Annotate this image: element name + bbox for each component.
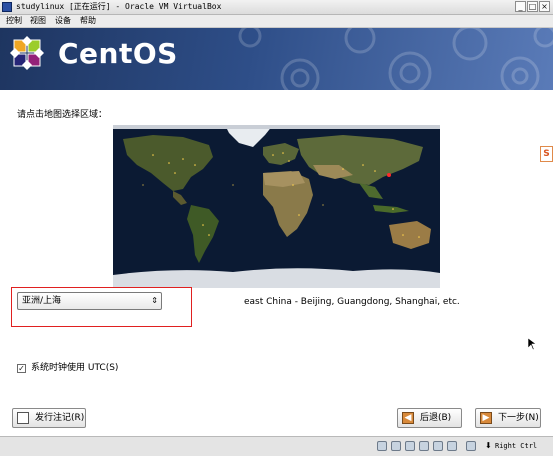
back-label: 后退(B): [420, 413, 452, 423]
menu-help[interactable]: 帮助: [80, 15, 96, 27]
utc-checkbox[interactable]: ✓: [17, 364, 26, 373]
mouse-cursor-icon: [528, 338, 536, 350]
window-title-bar[interactable]: studylinux [正在运行] - Oracle VM VirtualBox…: [0, 0, 553, 15]
release-notes-button[interactable]: 发行注记(R): [12, 408, 86, 428]
utc-checkbox-label[interactable]: 系统时钟使用 UTC(S): [31, 363, 118, 374]
release-notes-label: 发行注记(R): [35, 413, 85, 423]
window-title: studylinux [正在运行] - Oracle VM VirtualBox: [16, 2, 222, 11]
maximize-button[interactable]: □: [527, 1, 538, 12]
next-button[interactable]: ▶ 下一步(N): [475, 408, 541, 428]
centos-wordmark: CentOS: [58, 37, 178, 70]
timezone-page: 请点击地图选择区域： S 亚洲/上海 ⇕ east China - Beijin…: [0, 91, 553, 436]
shared-folders-icon[interactable]: [419, 441, 429, 451]
next-arrow-icon: ▶: [480, 412, 492, 424]
dropdown-arrow-icon: ⇕: [151, 296, 158, 305]
back-button[interactable]: ◀ 后退(B): [397, 408, 462, 428]
host-key-arrow-icon: ⬇: [485, 441, 492, 450]
selected-city-marker: [387, 173, 391, 177]
optical-drive-icon[interactable]: [391, 441, 401, 451]
vm-status-bar: ⬇ Right Ctrl: [0, 436, 553, 456]
timezone-dropdown[interactable]: 亚洲/上海 ⇕: [17, 292, 162, 310]
timezone-selected-value: 亚洲/上海: [22, 296, 62, 306]
network-icon[interactable]: [433, 441, 443, 451]
back-arrow-icon: ◀: [402, 412, 414, 424]
next-label: 下一步(N): [498, 413, 539, 423]
menu-view[interactable]: 视图: [30, 15, 46, 27]
display-icon[interactable]: [447, 441, 457, 451]
hard-disk-icon[interactable]: [377, 441, 387, 451]
menu-control[interactable]: 控制: [6, 15, 22, 27]
mouse-integration-icon[interactable]: [466, 441, 476, 451]
side-helper-tab[interactable]: S: [540, 146, 553, 162]
map-instruction: 请点击地图选择区域：: [17, 110, 108, 120]
installer-banner: CentOS: [0, 28, 553, 90]
timezone-description: east China - Beijing, Guangdong, Shangha…: [244, 297, 460, 307]
menu-bar: 控制 视图 设备 帮助: [0, 15, 553, 28]
usb-icon[interactable]: [405, 441, 415, 451]
world-map[interactable]: [113, 125, 440, 288]
centos-logo-icon: [10, 36, 44, 70]
document-icon: [17, 412, 29, 424]
virtualbox-app-icon: [2, 2, 12, 12]
minimize-button[interactable]: _: [515, 1, 526, 12]
host-key-label: Right Ctrl: [495, 442, 538, 450]
close-button[interactable]: ×: [539, 1, 550, 12]
menu-devices[interactable]: 设备: [55, 15, 71, 27]
